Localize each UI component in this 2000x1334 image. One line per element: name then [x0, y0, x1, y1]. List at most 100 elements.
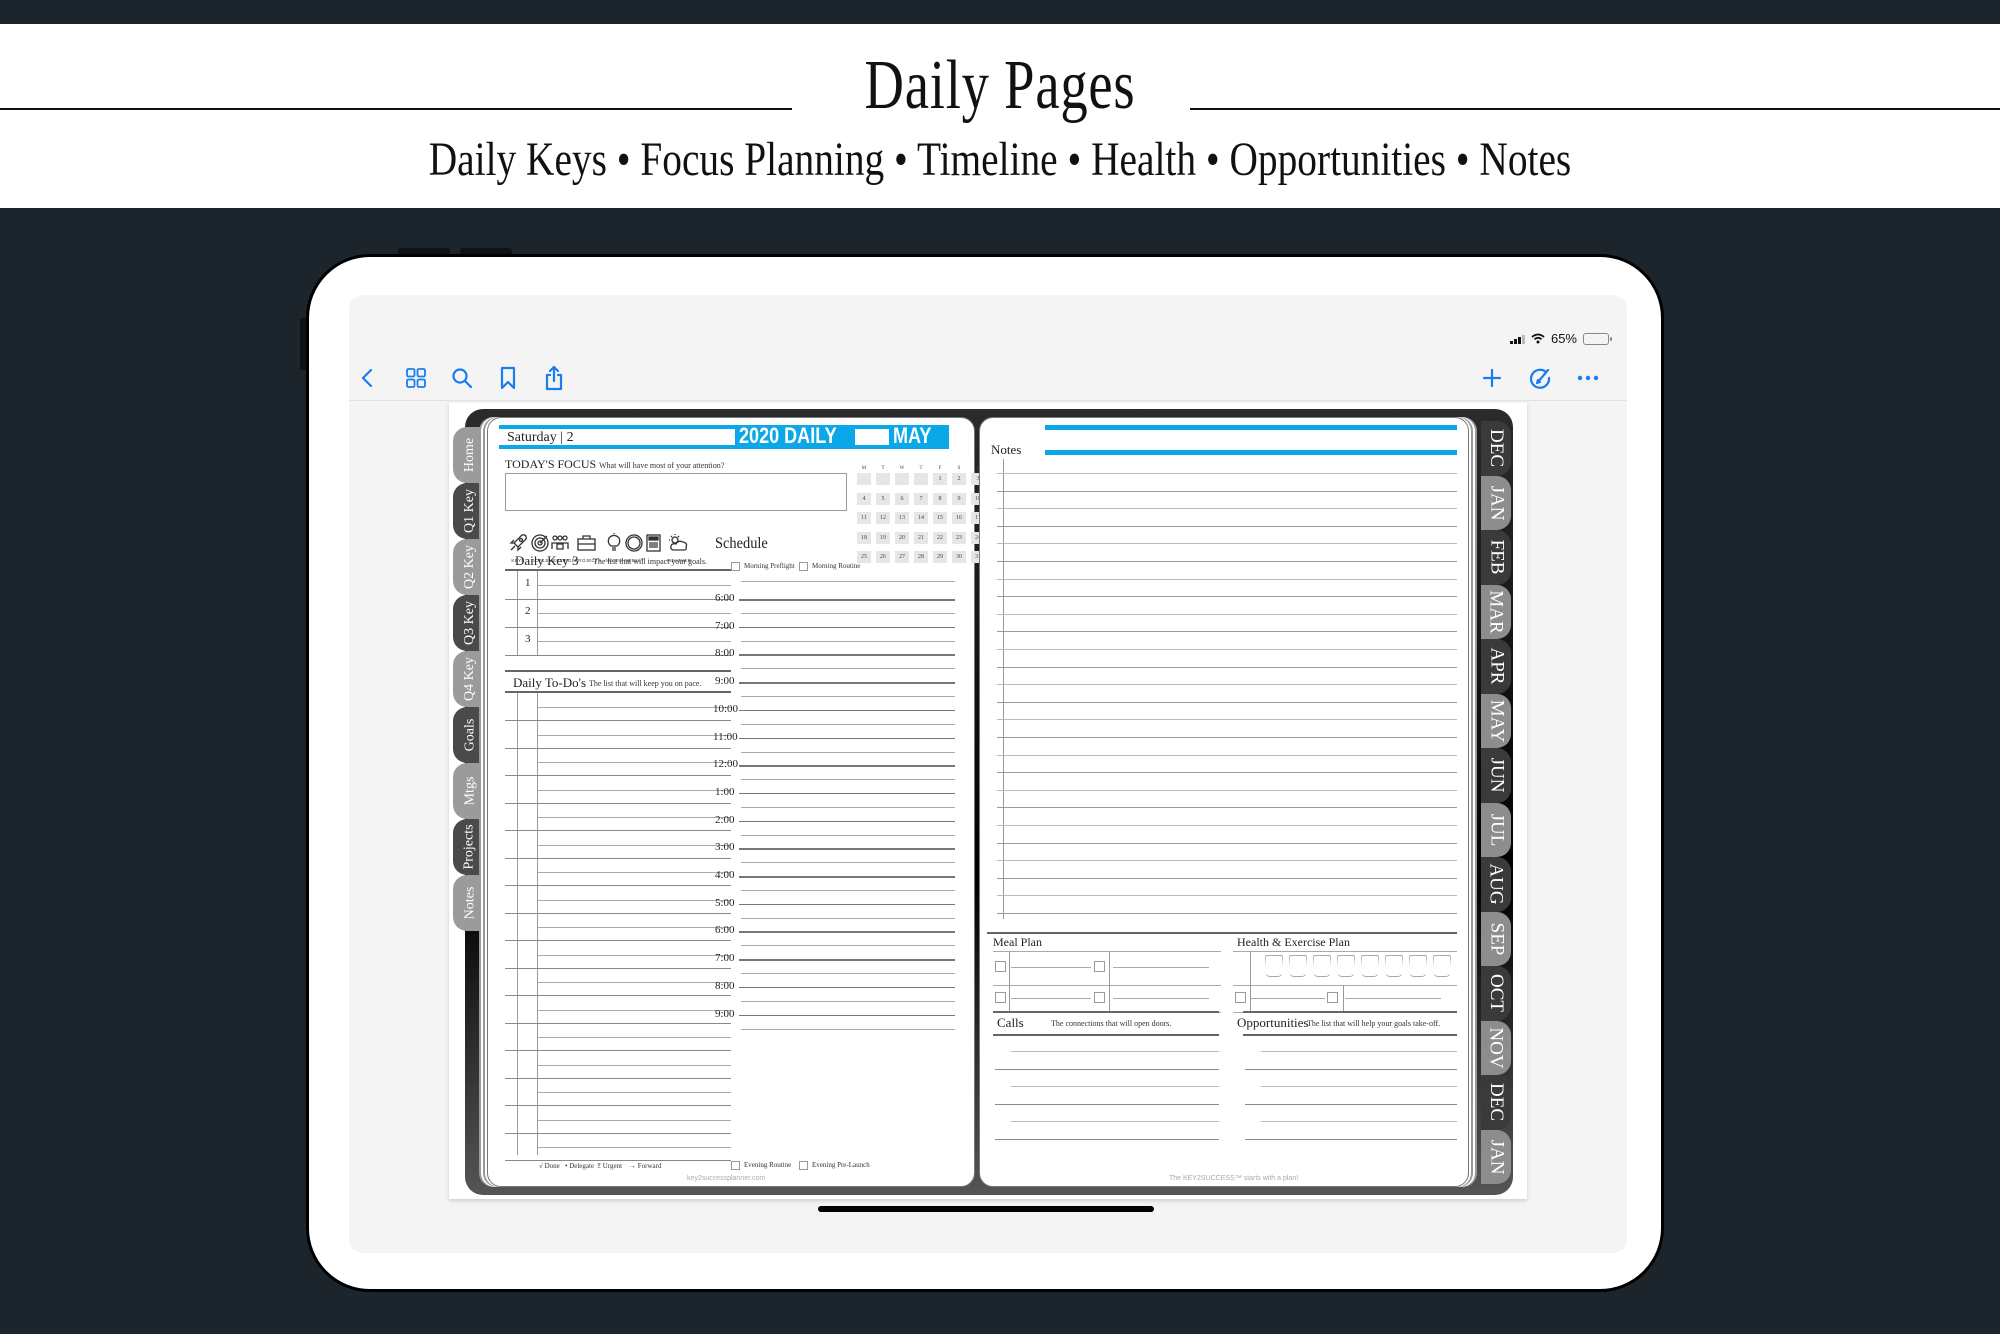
opportunity-line[interactable] — [1261, 1086, 1457, 1087]
month-tab-oct[interactable]: OCT — [1481, 966, 1511, 1021]
tab-q1-key[interactable]: Q1 Key — [453, 483, 487, 539]
todo-input-line[interactable] — [537, 1009, 731, 1011]
meal-checkbox[interactable] — [1094, 961, 1105, 972]
time-slot[interactable] — [739, 792, 955, 795]
key-input-line[interactable] — [537, 641, 731, 642]
half-hour-line[interactable] — [741, 973, 955, 975]
todo-input-line[interactable] — [537, 899, 731, 901]
time-slot[interactable] — [739, 765, 955, 767]
time-slot[interactable] — [739, 876, 955, 878]
time-slot[interactable] — [739, 820, 955, 823]
add-page-button[interactable] — [1477, 363, 1507, 393]
half-hour-line[interactable] — [741, 917, 955, 919]
month-tab-jun[interactable]: JUN — [1481, 748, 1511, 803]
half-hour-line[interactable] — [741, 945, 955, 947]
entry-line[interactable] — [1345, 998, 1441, 999]
half-hour-line[interactable] — [741, 613, 955, 614]
todo-input-line[interactable] — [537, 844, 731, 846]
calendar-day[interactable]: 1 — [933, 473, 947, 485]
time-slot[interactable] — [739, 986, 955, 989]
calendar-day[interactable]: 7 — [914, 492, 928, 505]
calendar-day[interactable]: 26 — [876, 551, 890, 563]
tab-goals[interactable]: Goals — [453, 707, 487, 763]
calendar-day[interactable]: 8 — [933, 492, 947, 505]
month-tab-may[interactable]: MAY — [1481, 693, 1511, 748]
time-slot[interactable] — [739, 654, 955, 656]
todo-input-line[interactable] — [537, 1092, 731, 1093]
call-line[interactable] — [1011, 1121, 1219, 1122]
meal-checkbox[interactable] — [995, 961, 1006, 972]
time-slot[interactable] — [739, 737, 955, 739]
calendar-day[interactable]: 21 — [914, 531, 928, 544]
call-line[interactable] — [995, 1138, 1219, 1140]
todo-input-line[interactable] — [537, 734, 731, 736]
entry-line[interactable] — [1251, 998, 1325, 999]
entry-line[interactable] — [1113, 967, 1209, 968]
calendar-day[interactable]: 27 — [895, 551, 909, 563]
calendar-day[interactable]: 23 — [952, 531, 966, 544]
month-tab-jan[interactable]: JAN — [1481, 1129, 1511, 1184]
calendar-day[interactable]: 14 — [914, 512, 928, 524]
todo-input-line[interactable] — [537, 872, 731, 873]
time-slot[interactable] — [739, 626, 955, 629]
half-hour-line[interactable] — [741, 668, 955, 670]
checkbox[interactable] — [731, 562, 740, 571]
opportunity-line[interactable] — [1245, 1138, 1457, 1140]
water-glass-icon[interactable] — [1337, 955, 1355, 977]
todo-input-line[interactable] — [537, 789, 731, 791]
todo-input-line[interactable] — [537, 927, 731, 928]
opportunity-line[interactable] — [1261, 1051, 1457, 1052]
tab-notes[interactable]: Notes — [453, 875, 487, 931]
checkbox[interactable] — [799, 1161, 808, 1170]
call-line[interactable] — [995, 1068, 1219, 1070]
month-tab-dec[interactable]: DEC — [1481, 1075, 1511, 1130]
time-slot[interactable] — [739, 959, 955, 961]
key-input-line[interactable] — [537, 613, 731, 614]
key-input-line[interactable] — [537, 585, 731, 586]
calendar-day[interactable]: 16 — [952, 512, 966, 524]
month-tab-jul[interactable]: JUL — [1481, 802, 1511, 857]
todo-input-line[interactable] — [537, 762, 731, 763]
half-hour-line[interactable] — [741, 1000, 955, 1002]
time-slot[interactable] — [739, 931, 955, 933]
water-glass-icon[interactable] — [1409, 955, 1427, 977]
time-slot[interactable] — [739, 1014, 955, 1016]
calendar-day[interactable]: 15 — [933, 512, 947, 524]
month-tab-dec[interactable]: DEC — [1481, 421, 1511, 476]
calendar-day[interactable]: 9 — [952, 492, 966, 505]
calendar-day[interactable]: 11 — [857, 512, 871, 524]
calendar-day[interactable]: 30 — [952, 551, 966, 563]
half-hour-line[interactable] — [741, 834, 955, 836]
time-slot[interactable] — [739, 709, 955, 712]
opportunity-line[interactable] — [1245, 1068, 1457, 1070]
calendar-day[interactable]: 6 — [895, 492, 909, 505]
calendar-day[interactable]: 19 — [876, 531, 890, 544]
time-slot[interactable] — [739, 848, 955, 850]
half-hour-line[interactable] — [741, 890, 955, 891]
month-tab-sep[interactable]: SEP — [1481, 911, 1511, 966]
opportunity-line[interactable] — [1245, 1103, 1457, 1105]
back-button[interactable] — [353, 363, 383, 393]
half-hour-line[interactable] — [741, 779, 955, 781]
thumbnails-button[interactable] — [401, 363, 431, 393]
todo-input-line[interactable] — [537, 1119, 731, 1121]
entry-line[interactable] — [1011, 967, 1091, 968]
time-slot[interactable] — [739, 903, 955, 906]
calendar-day[interactable]: 5 — [876, 492, 890, 505]
half-hour-line[interactable] — [741, 1028, 955, 1030]
half-hour-line[interactable] — [741, 806, 955, 808]
calendar-day[interactable]: 12 — [876, 512, 890, 524]
tab-q4-key[interactable]: Q4 Key — [453, 651, 487, 707]
search-button[interactable] — [447, 363, 477, 393]
half-hour-line[interactable] — [741, 751, 955, 753]
meal-checkbox[interactable] — [1235, 992, 1246, 1003]
time-slot[interactable] — [739, 682, 955, 684]
calendar-day[interactable]: 28 — [914, 551, 928, 563]
more-button[interactable] — [1573, 363, 1603, 393]
meal-checkbox[interactable] — [1094, 992, 1105, 1003]
calendar-day[interactable]: 13 — [895, 512, 909, 524]
calendar-day[interactable]: 18 — [857, 531, 871, 544]
bookmark-button[interactable] — [493, 363, 523, 393]
half-hour-line[interactable] — [741, 640, 955, 642]
water-glass-icon[interactable] — [1265, 955, 1283, 977]
